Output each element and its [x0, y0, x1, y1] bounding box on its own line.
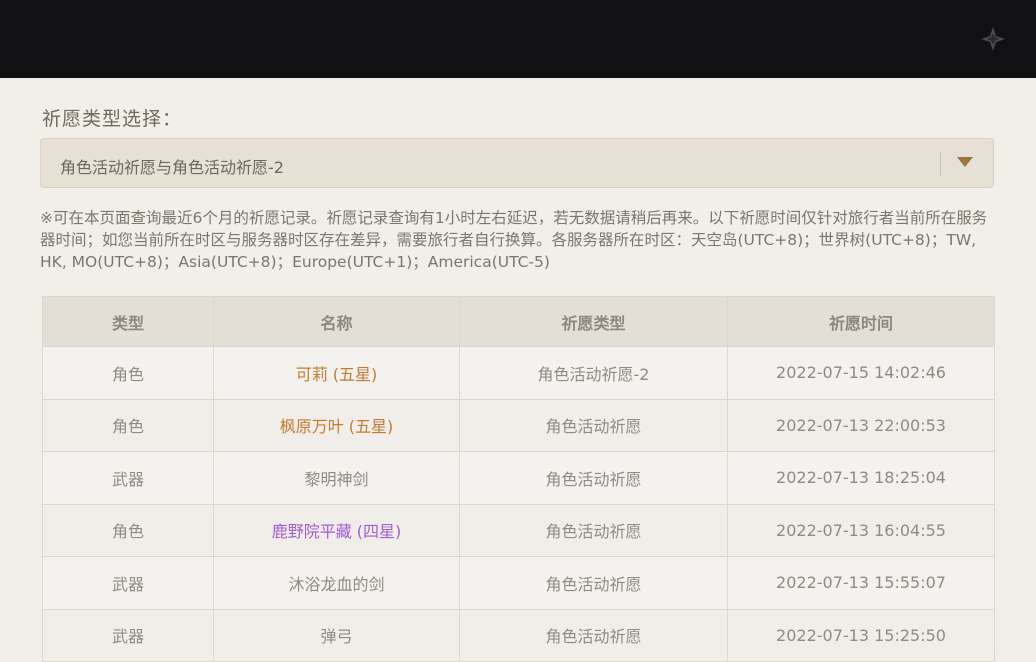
paimon-star-icon[interactable]: [980, 26, 1006, 52]
cell-name: 枫原万叶 (五星): [213, 398, 460, 452]
wish-type-label: 祈愿类型选择：: [42, 108, 183, 130]
cell-wish-type: 角色活动祈愿: [459, 608, 728, 662]
table-row: 武器 弹弓 角色活动祈愿 2022-07-13 15:25:50: [42, 608, 995, 662]
cell-name: 鹿野院平藏 (四星): [213, 503, 460, 557]
chevron-down-icon[interactable]: [957, 157, 973, 167]
cell-wish-time: 2022-07-13 22:00:53: [727, 398, 995, 452]
cell-name: 沐浴龙血的剑: [213, 556, 460, 610]
cell-wish-type: 角色活动祈愿: [459, 398, 728, 452]
wish-type-select[interactable]: 角色活动祈愿与角色活动祈愿-2: [40, 138, 994, 188]
top-bar: [0, 0, 1036, 78]
header-name: 名称: [213, 296, 460, 347]
wish-history-panel: 祈愿类型选择： 角色活动祈愿与角色活动祈愿-2 ※可在本页面查询最近6个月的祈愿…: [0, 78, 1036, 662]
cell-wish-type: 角色活动祈愿: [459, 556, 728, 610]
select-divider: [940, 152, 941, 176]
cell-type: 武器: [42, 556, 214, 610]
cell-type: 角色: [42, 346, 214, 400]
cell-name: 弹弓: [213, 608, 460, 662]
cell-wish-time: 2022-07-13 16:04:55: [727, 503, 995, 557]
header-wish-type: 祈愿类型: [459, 296, 728, 347]
table-header-row: 类型 名称 祈愿类型 祈愿时间: [42, 296, 995, 347]
cell-wish-time: 2022-07-13 18:25:04: [727, 451, 995, 505]
notice-text: ※可在本页面查询最近6个月的祈愿记录。祈愿记录查询有1小时左右延迟，若无数据请稍…: [40, 209, 988, 271]
cell-wish-type: 角色活动祈愿: [459, 503, 728, 557]
header-type: 类型: [42, 296, 214, 347]
table-row: 角色 可莉 (五星) 角色活动祈愿-2 2022-07-15 14:02:46: [42, 346, 995, 400]
header-wish-time: 祈愿时间: [727, 296, 995, 347]
table-row: 武器 沐浴龙血的剑 角色活动祈愿 2022-07-13 15:55:07: [42, 556, 995, 610]
cell-name: 可莉 (五星): [213, 346, 460, 400]
cell-wish-time: 2022-07-13 15:25:50: [727, 608, 995, 662]
cell-name: 黎明神剑: [213, 451, 460, 505]
cell-wish-time: 2022-07-15 14:02:46: [727, 346, 995, 400]
wish-type-selected-value: 角色活动祈愿与角色活动祈愿-2: [60, 158, 284, 177]
table-row: 角色 枫原万叶 (五星) 角色活动祈愿 2022-07-13 22:00:53: [42, 398, 995, 452]
cell-wish-type: 角色活动祈愿-2: [459, 346, 728, 400]
cell-wish-time: 2022-07-13 15:55:07: [727, 556, 995, 610]
cell-type: 武器: [42, 451, 214, 505]
cell-type: 武器: [42, 608, 214, 662]
cell-type: 角色: [42, 503, 214, 557]
wish-history-table: 类型 名称 祈愿类型 祈愿时间 角色 可莉 (五星) 角色活动祈愿-2 2022-07…: [42, 296, 995, 662]
cell-wish-type: 角色活动祈愿: [459, 451, 728, 505]
table-row: 武器 黎明神剑 角色活动祈愿 2022-07-13 18:25:04: [42, 451, 995, 505]
cell-type: 角色: [42, 398, 214, 452]
table-row: 角色 鹿野院平藏 (四星) 角色活动祈愿 2022-07-13 16:04:55: [42, 503, 995, 557]
